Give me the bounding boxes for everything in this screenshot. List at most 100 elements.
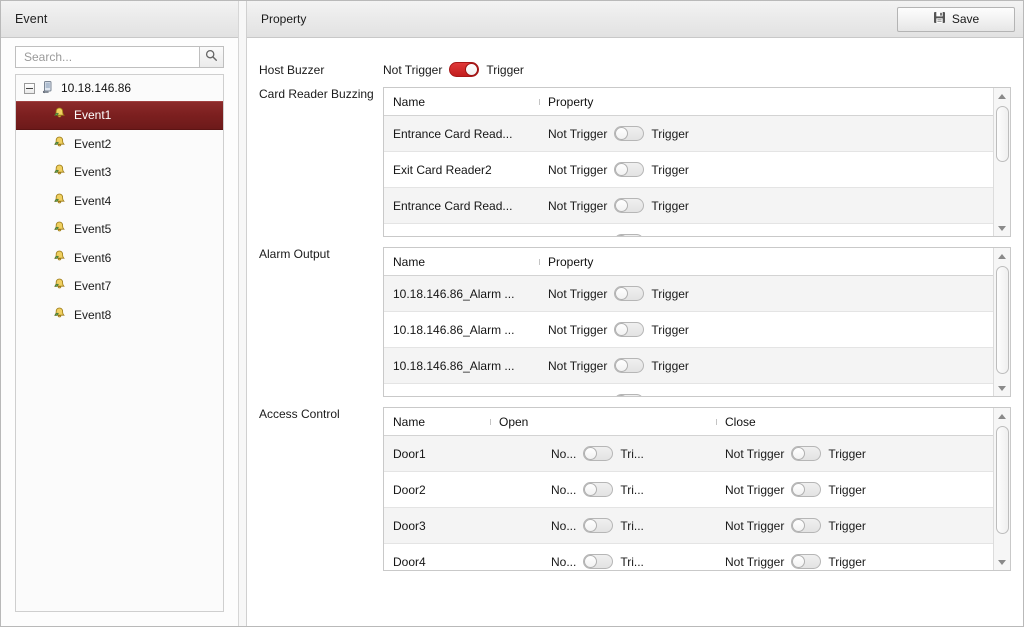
search-input[interactable] — [22, 49, 193, 65]
cell-close: Not Trigger Trigger — [716, 482, 1010, 497]
bell-icon — [52, 277, 67, 295]
cell-open: No... Tri... — [490, 554, 716, 569]
sidebar-item-label: Event8 — [74, 307, 112, 322]
chevron-up-icon — [998, 413, 1006, 419]
table-row[interactable]: 10.18.146.86_Alarm ... Not Trigger Trigg… — [384, 276, 1010, 312]
cell-property: Not Trigger Trigger — [539, 162, 1010, 177]
alarm-output-label: Alarm Output — [259, 247, 330, 261]
panel-splitter[interactable] — [239, 1, 247, 626]
cell-name: Entrance Card Read... — [393, 126, 513, 141]
cell-close: Not Trigger Trigger — [716, 446, 1010, 461]
table-row[interactable]: Entrance Card Read... Not Trigger Trigge… — [384, 188, 1010, 224]
scroll-down-button[interactable] — [993, 554, 1010, 570]
table-row[interactable]: Door1 No... Tri... Not Trigger Trigger — [384, 436, 1010, 472]
property-toggle[interactable] — [614, 162, 645, 177]
property-toggle[interactable] — [614, 234, 645, 236]
card-reader-buzzing-label: Card Reader Buzzing — [259, 87, 374, 101]
open-off-label: No... — [551, 554, 577, 569]
table-row[interactable]: 10.18.146.86_Alarm ... Not Trigger Trigg… — [384, 312, 1010, 348]
scroll-down-button[interactable] — [993, 220, 1010, 236]
vertical-scrollbar[interactable] — [993, 408, 1010, 570]
scroll-up-button[interactable] — [993, 248, 1010, 264]
cell-name: Exit Card Reader2 — [393, 162, 492, 177]
host-buzzer-toggle[interactable] — [449, 62, 480, 77]
table-header: Name Property — [384, 248, 1010, 276]
open-on-label: Tri... — [620, 518, 644, 533]
on-label: Trigger — [651, 235, 689, 237]
sidebar-item-event3[interactable]: Event3 — [16, 158, 223, 187]
close-toggle[interactable] — [791, 482, 822, 497]
open-toggle[interactable] — [583, 554, 614, 569]
scrollbar-track[interactable] — [994, 264, 1011, 380]
scrollbar-thumb[interactable] — [995, 426, 1009, 534]
event-tree[interactable]: 10.18.146.86 Event1 Event2 Event3 Event4… — [15, 74, 224, 612]
open-toggle[interactable] — [583, 518, 614, 533]
property-content: Host Buzzer Not Trigger Trigger Card Rea… — [247, 38, 1023, 626]
property-toggle[interactable] — [614, 358, 645, 373]
save-button[interactable]: Save — [897, 6, 1015, 32]
sidebar-item-event6[interactable]: Event6 — [16, 244, 223, 273]
bell-icon — [52, 106, 67, 124]
sidebar-item-label: Event6 — [74, 250, 112, 265]
vertical-scrollbar[interactable] — [993, 88, 1010, 236]
table-row[interactable]: 10.18.146.86_Alarm ... Not Trigger Trigg… — [384, 348, 1010, 384]
table-row[interactable]: Door4 No... Tri... Not Trigger Trigger — [384, 544, 1010, 570]
sidebar-item-event1[interactable]: Event1 — [16, 101, 223, 130]
sidebar-item-label: Event5 — [74, 222, 112, 237]
sidebar-item-event8[interactable]: Event8 — [16, 301, 223, 330]
vertical-scrollbar[interactable] — [993, 248, 1010, 396]
sidebar-item-event5[interactable]: Event5 — [16, 215, 223, 244]
on-label: Trigger — [651, 358, 689, 373]
property-toggle[interactable] — [614, 322, 645, 337]
column-header-name: Name — [393, 254, 426, 269]
search-icon — [205, 49, 218, 65]
close-off-label: Not Trigger — [725, 554, 785, 569]
table-row[interactable]: Exit Card Reader1 Not Trigger Trigger — [384, 224, 1010, 237]
open-toggle[interactable] — [583, 446, 614, 461]
sidebar-item-event7[interactable]: Event7 — [16, 272, 223, 301]
off-label: Not Trigger — [548, 198, 608, 213]
scrollbar-track[interactable] — [994, 104, 1011, 220]
table-row[interactable]: Door2 No... Tri... Not Trigger Trigger — [384, 472, 1010, 508]
property-toggle[interactable] — [614, 394, 645, 396]
scroll-up-button[interactable] — [993, 408, 1010, 424]
host-buzzer-label: Host Buzzer — [259, 63, 325, 77]
alarm-output-table: Name Property 10.18.146.86_Alarm ... Not… — [383, 247, 1011, 397]
property-toggle[interactable] — [614, 198, 645, 213]
scrollbar-thumb[interactable] — [995, 106, 1009, 162]
tree-root-node[interactable]: 10.18.146.86 — [16, 75, 223, 101]
close-off-label: Not Trigger — [725, 446, 785, 461]
close-toggle[interactable] — [791, 446, 822, 461]
search-input-wrapper[interactable] — [15, 46, 199, 68]
table-header: Name Open Close — [384, 408, 1010, 436]
scrollbar-thumb[interactable] — [995, 266, 1009, 374]
scrollbar-track[interactable] — [994, 424, 1011, 554]
cell-name: 10.18.146.86_Alarm ... — [393, 322, 515, 337]
open-toggle[interactable] — [583, 482, 614, 497]
bell-icon — [52, 220, 67, 238]
column-header-property: Property — [539, 95, 1010, 109]
table-header: Name Property — [384, 88, 1010, 116]
sidebar-item-event4[interactable]: Event4 — [16, 187, 223, 216]
property-toggle[interactable] — [614, 286, 645, 301]
cell-property: Not Trigger Trigger — [539, 286, 1010, 301]
table-row[interactable]: Entrance Card Read... Not Trigger Trigge… — [384, 116, 1010, 152]
search-button[interactable] — [199, 46, 224, 68]
bell-icon — [52, 192, 67, 210]
table-row[interactable]: Door3 No... Tri... Not Trigger Trigger — [384, 508, 1010, 544]
collapse-expander-icon[interactable] — [24, 82, 35, 94]
close-toggle[interactable] — [791, 554, 822, 569]
cell-property: Not Trigger Trigger — [539, 198, 1010, 213]
chevron-down-icon — [998, 559, 1006, 565]
table-row[interactable]: 10.18.146.86_Alarm ... Not Trigger Trigg… — [384, 384, 1010, 396]
close-toggle[interactable] — [791, 518, 822, 533]
cell-name: Door1 — [393, 446, 426, 461]
close-off-label: Not Trigger — [725, 518, 785, 533]
column-header-open: Open — [490, 415, 716, 429]
scroll-down-button[interactable] — [993, 380, 1010, 396]
table-row[interactable]: Exit Card Reader2 Not Trigger Trigger — [384, 152, 1010, 188]
property-toggle[interactable] — [614, 126, 645, 141]
sidebar-item-event2[interactable]: Event2 — [16, 130, 223, 159]
scroll-up-button[interactable] — [993, 88, 1010, 104]
bell-icon — [52, 249, 67, 267]
